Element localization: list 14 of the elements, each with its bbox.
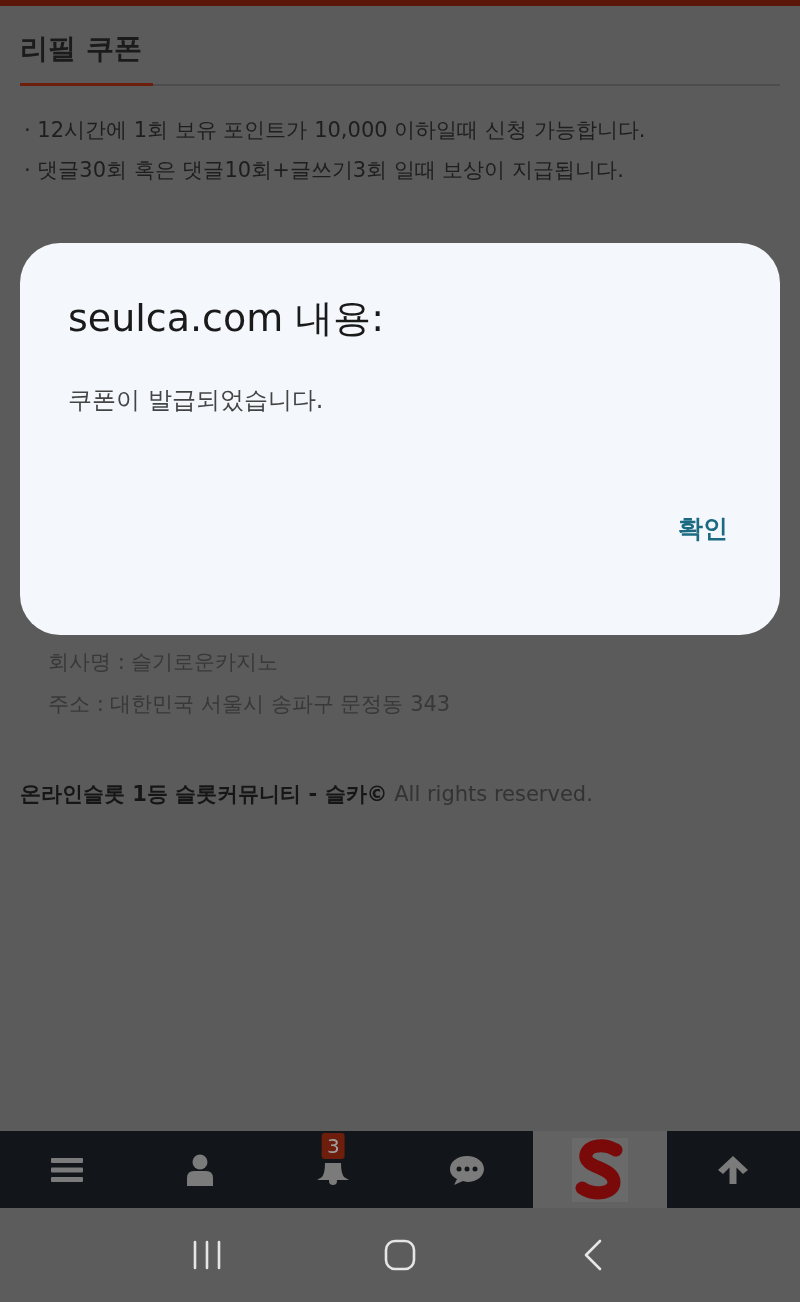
home-icon[interactable] [384,1239,416,1271]
notice-text: · 12시간에 1회 보유 포인트가 10,000 이하일때 신청 가능합니다. [23,117,647,144]
confirm-button[interactable]: 확인 [672,508,734,549]
notification-badge: 3 [321,1133,345,1159]
chat-bubble-icon[interactable] [448,1153,485,1186]
menu-icon[interactable] [50,1155,83,1184]
user-icon[interactable] [186,1153,214,1186]
up-arrow-icon[interactable] [717,1154,750,1185]
back-icon[interactable] [583,1239,604,1271]
dialog-title: seulca.com 내용: [68,295,386,342]
notice-text: · 댓글30회 혹은 댓글10회+글쓰기3회 일때 보상이 지급됩니다. [23,157,625,184]
dialog-message: 쿠폰이 발급되었습니다. [68,385,325,416]
page-title: 리필 쿠폰 [20,31,142,67]
recents-icon[interactable] [191,1240,222,1270]
